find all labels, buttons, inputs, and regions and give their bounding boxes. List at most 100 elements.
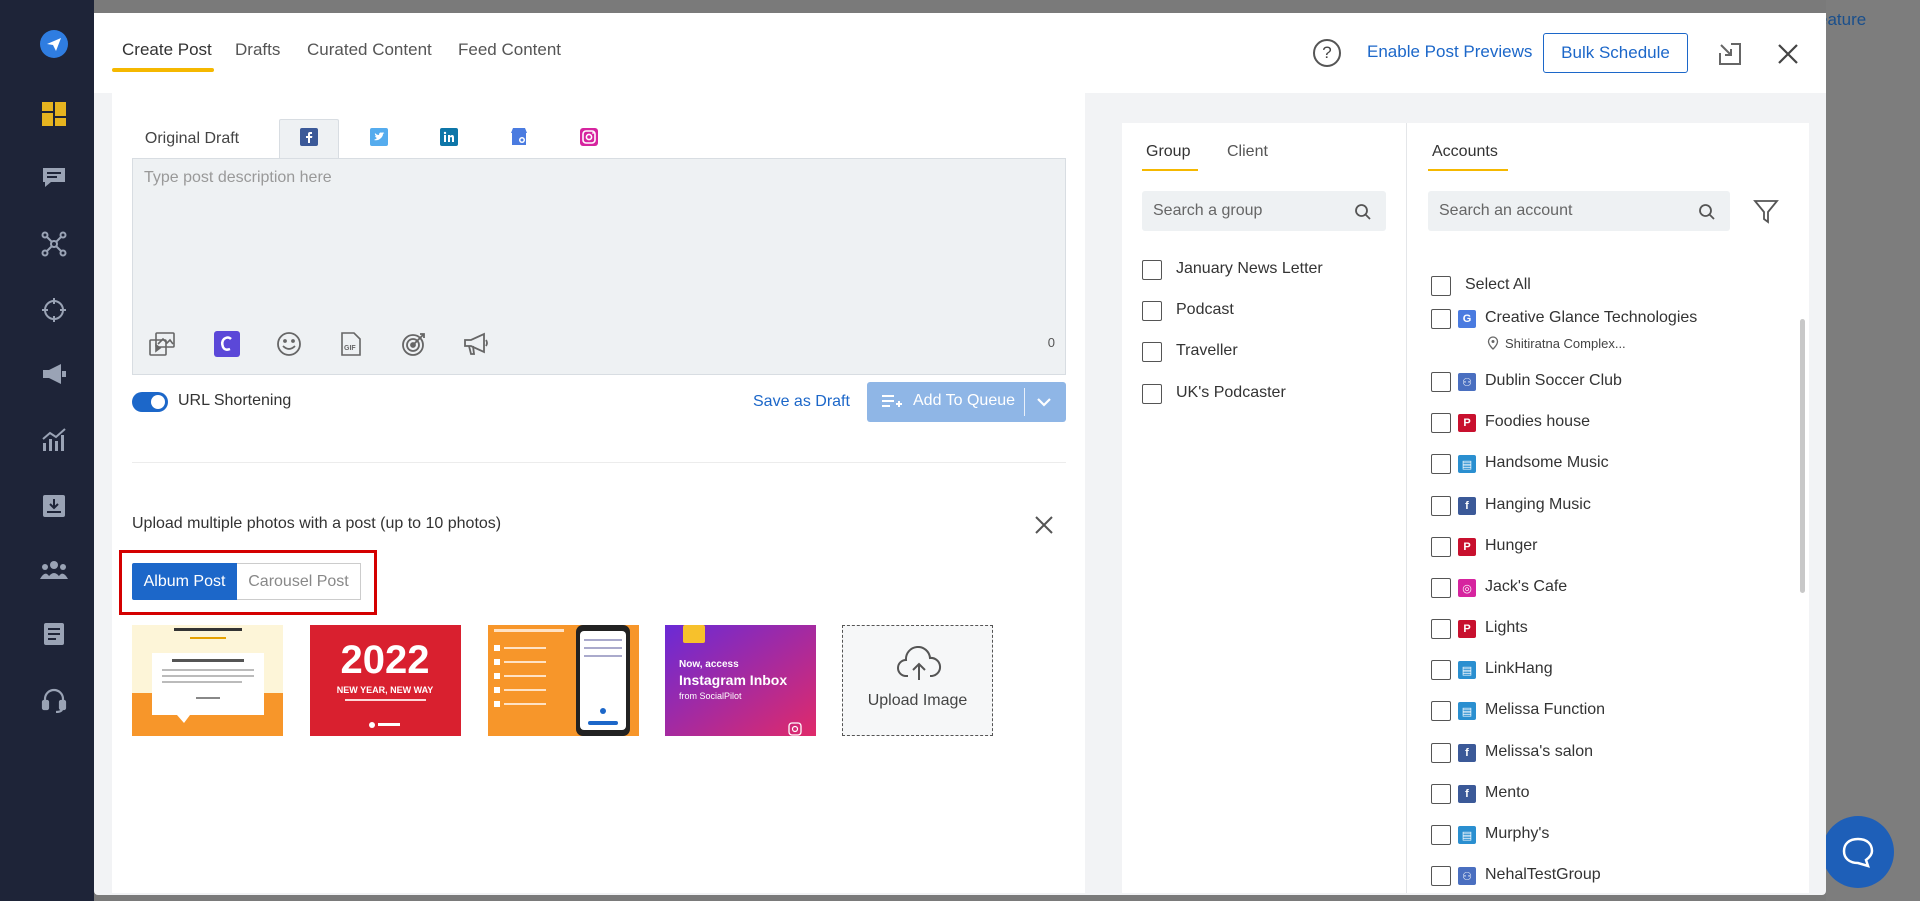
search-group-input[interactable]: Search a group <box>1142 191 1386 231</box>
facebook-icon: f <box>1458 785 1476 803</box>
bulk-schedule-button[interactable]: Bulk Schedule <box>1543 33 1688 73</box>
account-label: Melissa Function <box>1485 701 1606 718</box>
tab-drafts[interactable]: Drafts <box>235 40 280 60</box>
facebook-icon: f <box>1458 744 1476 762</box>
account-label: Jack's Cafe <box>1485 578 1568 595</box>
campaign-icon[interactable] <box>38 358 70 390</box>
chat-icon <box>1842 837 1874 868</box>
upload-image-button[interactable]: Upload Image <box>842 625 993 736</box>
content-library-icon[interactable] <box>38 618 70 650</box>
tab-feed-content[interactable]: Feed Content <box>458 40 561 60</box>
tab-accounts[interactable]: Accounts <box>1432 143 1498 161</box>
tab-curated-content[interactable]: Curated Content <box>307 40 432 60</box>
album-post-button[interactable]: Album Post <box>132 563 237 600</box>
tab-linkedin[interactable] <box>419 119 479 159</box>
search-account-placeholder: Search an account <box>1439 202 1573 219</box>
canva-icon[interactable] <box>213 330 241 358</box>
account-checkbox[interactable] <box>1431 413 1451 433</box>
search-account-input[interactable]: Search an account <box>1428 191 1730 231</box>
divider <box>132 462 1066 463</box>
carousel-post-button[interactable]: Carousel Post <box>237 563 361 600</box>
tab-google-business[interactable] <box>489 119 549 159</box>
close-modal-icon[interactable] <box>1775 41 1801 67</box>
inbox-icon[interactable] <box>38 490 70 522</box>
google-business-icon <box>510 127 528 152</box>
enable-post-previews-link[interactable]: Enable Post Previews <box>1367 42 1532 62</box>
account-checkbox[interactable] <box>1431 866 1451 886</box>
account-checkbox[interactable] <box>1431 743 1451 763</box>
close-upload-icon[interactable] <box>1033 514 1055 536</box>
accounts-scrollbar[interactable] <box>1800 319 1805 593</box>
create-post-modal: Create Post Drafts Curated Content Feed … <box>94 13 1826 895</box>
group-label: Traveller <box>1176 342 1238 359</box>
account-checkbox[interactable] <box>1431 578 1451 598</box>
instagram-icon: ◎ <box>1458 579 1476 597</box>
tab-client[interactable]: Client <box>1227 143 1268 161</box>
account-checkbox[interactable] <box>1431 537 1451 557</box>
chevron-down-icon[interactable] <box>1035 395 1053 409</box>
url-shortening-label: URL Shortening <box>178 392 292 409</box>
thumbnail-instagram-inbox[interactable]: Now, access Instagram Inbox from SocialP… <box>665 625 816 736</box>
dashboard-icon[interactable] <box>38 98 70 130</box>
linkedin-page-icon: ▤ <box>1458 661 1476 679</box>
account-checkbox[interactable] <box>1431 660 1451 680</box>
add-to-queue-button[interactable]: Add To Queue <box>867 382 1066 422</box>
select-all-checkbox[interactable] <box>1431 276 1451 296</box>
posts-icon[interactable] <box>38 162 70 194</box>
thumbnail-phone-feature[interactable] <box>488 625 639 736</box>
url-shortening-toggle[interactable] <box>132 392 168 412</box>
queue-list-icon <box>882 395 902 407</box>
account-label: Foodies house <box>1485 413 1590 430</box>
account-checkbox[interactable] <box>1431 619 1451 639</box>
group-label: January News Letter <box>1176 260 1323 277</box>
analytics-icon[interactable] <box>38 424 70 456</box>
post-description-field[interactable]: Type post description here GIF 0 <box>132 158 1066 375</box>
account-label: LinkHang <box>1485 660 1553 677</box>
upload-photos-title: Upload multiple photos with a post (up t… <box>132 515 502 532</box>
account-checkbox[interactable] <box>1431 309 1451 329</box>
target-icon[interactable] <box>38 294 70 326</box>
google-business-icon: G <box>1458 310 1476 328</box>
gif-icon[interactable]: GIF <box>337 330 365 358</box>
group-checkbox[interactable] <box>1142 260 1162 280</box>
chat-support-button[interactable] <box>1822 816 1894 888</box>
account-checkbox[interactable] <box>1431 825 1451 845</box>
group-checkbox[interactable] <box>1142 384 1162 404</box>
boost-megaphone-icon[interactable] <box>462 330 490 358</box>
account-checkbox[interactable] <box>1431 784 1451 804</box>
group-checkbox[interactable] <box>1142 342 1162 362</box>
tab-original-draft[interactable]: Original Draft <box>132 119 252 159</box>
account-checkbox[interactable] <box>1431 701 1451 721</box>
twitter-icon <box>370 127 388 151</box>
account-label: Lights <box>1485 619 1528 636</box>
group-label: Podcast <box>1176 301 1234 318</box>
thumbnail-client-testimonial[interactable] <box>132 625 283 736</box>
save-as-draft-link[interactable]: Save as Draft <box>753 393 850 411</box>
post-description-placeholder: Type post description here <box>144 169 332 186</box>
media-upload-icon[interactable] <box>148 330 176 358</box>
support-headset-icon[interactable] <box>38 684 70 716</box>
svg-text:Now, access: Now, access <box>679 659 739 670</box>
tab-facebook[interactable] <box>279 119 339 159</box>
svg-text:GIF: GIF <box>344 345 356 352</box>
logo-icon[interactable] <box>38 28 70 60</box>
account-checkbox[interactable] <box>1431 372 1451 392</box>
account-checkbox[interactable] <box>1431 454 1451 474</box>
account-label: Mento <box>1485 784 1530 801</box>
account-checkbox[interactable] <box>1431 496 1451 516</box>
facebook-icon <box>300 128 318 151</box>
emoji-icon[interactable] <box>275 330 303 358</box>
targeting-icon[interactable] <box>400 330 428 358</box>
connections-icon[interactable] <box>38 228 70 260</box>
help-icon[interactable]: ? <box>1313 39 1341 67</box>
tab-create-post[interactable]: Create Post <box>122 40 212 60</box>
team-icon[interactable] <box>38 554 70 586</box>
group-checkbox[interactable] <box>1142 301 1162 321</box>
minimize-icon[interactable] <box>1717 41 1743 67</box>
thumbnail-2022[interactable]: 2022 NEW YEAR, NEW WAY <box>310 625 461 736</box>
filter-icon[interactable] <box>1752 198 1780 226</box>
group-label: UK's Podcaster <box>1176 384 1286 401</box>
tab-group[interactable]: Group <box>1146 143 1190 161</box>
tab-instagram[interactable] <box>559 119 619 159</box>
tab-twitter[interactable] <box>349 119 409 159</box>
